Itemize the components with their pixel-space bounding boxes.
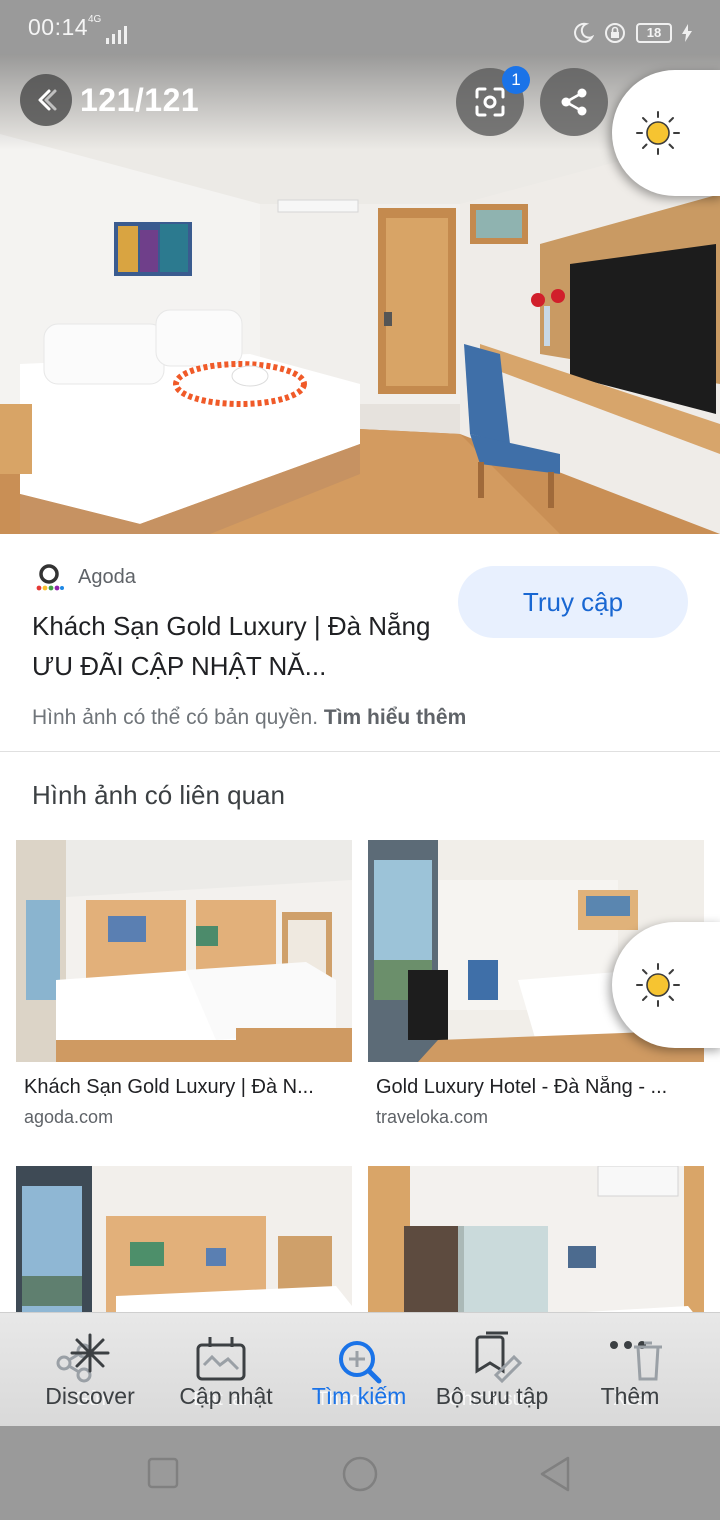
system-nav-bar bbox=[0, 1426, 720, 1520]
learn-more-link[interactable]: Tìm hiểu thêm bbox=[324, 706, 466, 729]
status-right: 18 bbox=[572, 22, 692, 44]
toolbar-label: Tìm kiếm bbox=[311, 1383, 407, 1409]
copyright-text: Hình ảnh có thể có bản quyền. bbox=[32, 706, 319, 729]
toolbar-collections[interactable]: Chỉnh sửa Bộ sưu tập bbox=[420, 1313, 564, 1427]
related-heading: Hình ảnh có liên quan bbox=[32, 780, 285, 810]
related-title: Khách Sạn Gold Luxury | Đà N... bbox=[24, 1076, 314, 1098]
toolbar-updates[interactable]: Đặt làm Cập nhật bbox=[154, 1313, 298, 1427]
source-site-name: Agoda bbox=[78, 566, 136, 588]
status-time: 00:14 bbox=[28, 14, 89, 40]
copyright-notice: Hình ảnh có thể có bản quyền. Tìm hiểu t… bbox=[32, 706, 466, 730]
charging-icon bbox=[682, 24, 692, 42]
share-button[interactable] bbox=[540, 68, 608, 136]
battery-indicator: 18 bbox=[636, 23, 672, 43]
source-page-title[interactable]: Khách Sạn Gold Luxury | Đà Nẵng ƯU ĐÃI C… bbox=[32, 606, 432, 686]
status-bar: 00:14 4G 18 bbox=[0, 0, 720, 54]
twin-room-photo bbox=[16, 840, 352, 1062]
recents-square-icon[interactable] bbox=[144, 1454, 184, 1494]
discover-icon bbox=[56, 1333, 110, 1383]
source-card: Agoda Khách Sạn Gold Luxury | Đà Nẵng ƯU… bbox=[0, 534, 720, 752]
lens-icon bbox=[475, 87, 505, 117]
sun-icon bbox=[636, 111, 680, 155]
visit-button[interactable]: Truy cập bbox=[458, 566, 688, 638]
toolbar-search[interactable]: Thêm vào Tìm kiếm bbox=[287, 1313, 431, 1427]
search-icon bbox=[339, 1341, 382, 1384]
moon-icon bbox=[574, 22, 594, 43]
related-image[interactable] bbox=[16, 840, 352, 1062]
toolbar-discover[interactable]: Gửi Discover bbox=[18, 1313, 162, 1427]
more-icon bbox=[610, 1341, 662, 1381]
bottom-toolbar: Gửi Discover Đặt làm Cập nhật Thêm vào T… bbox=[0, 1312, 720, 1426]
image-counter: 121/121 bbox=[80, 82, 200, 118]
toolbar-more[interactable]: Xóa Thêm bbox=[558, 1313, 702, 1427]
collections-icon bbox=[475, 1331, 523, 1384]
toolbar-label: Thêm bbox=[600, 1383, 660, 1409]
share-icon bbox=[561, 88, 587, 116]
toolbar-label: Cập nhật bbox=[179, 1383, 273, 1409]
home-circle-icon[interactable] bbox=[340, 1454, 380, 1494]
network-type: 4G bbox=[88, 14, 102, 25]
agoda-logo-icon bbox=[36, 564, 64, 591]
lens-badge: 1 bbox=[502, 66, 530, 94]
toolbar-label: Discover bbox=[45, 1383, 135, 1409]
back-button[interactable] bbox=[20, 74, 72, 126]
back-triangle-icon[interactable] bbox=[536, 1454, 576, 1494]
related-domain: agoda.com bbox=[24, 1107, 114, 1127]
sun-icon bbox=[636, 963, 680, 1007]
updates-icon bbox=[196, 1337, 246, 1381]
related-image-tile[interactable]: Khách Sạn Gold Luxury | Đà N... agoda.co… bbox=[16, 840, 352, 1128]
related-title: Gold Luxury Hotel - Đà Nẵng - ... bbox=[376, 1076, 668, 1098]
toolbar-label: Bộ sưu tập bbox=[435, 1383, 549, 1409]
lock-rotation-icon bbox=[605, 23, 625, 43]
back-arrow-icon bbox=[38, 89, 57, 111]
signal-icon bbox=[106, 26, 127, 44]
related-domain: traveloka.com bbox=[376, 1107, 489, 1127]
